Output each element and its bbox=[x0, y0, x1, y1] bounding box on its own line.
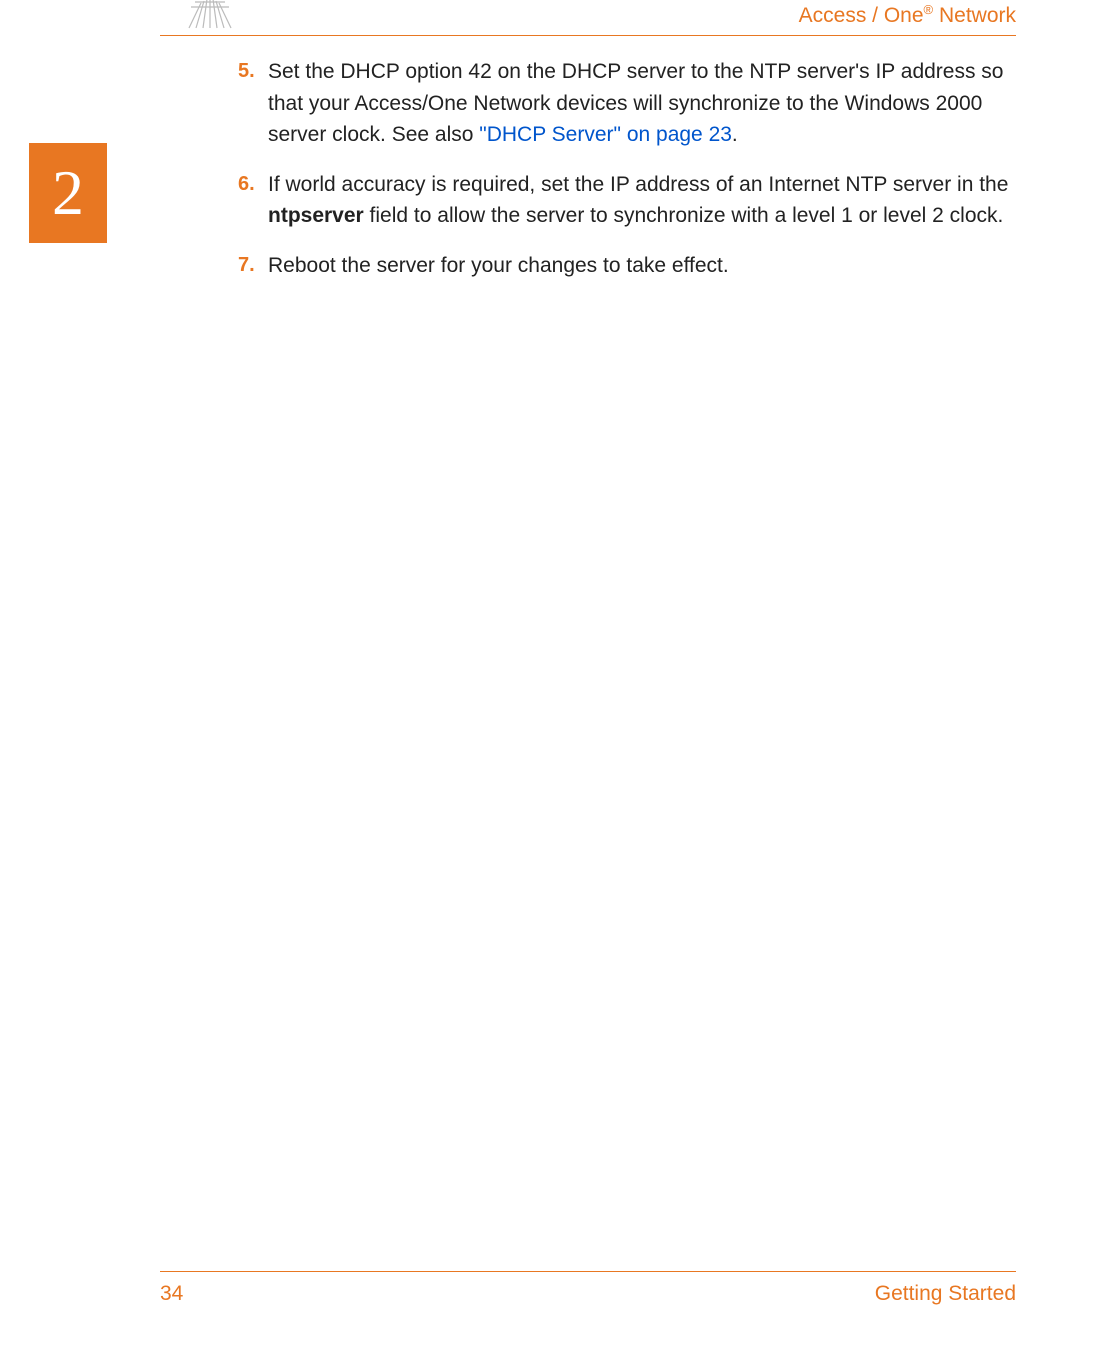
step-7: 7. Reboot the server for your changes to… bbox=[238, 250, 1016, 282]
step-number: 6. bbox=[238, 169, 268, 232]
step-text: If world accuracy is required, set the I… bbox=[268, 169, 1016, 232]
section-name: Getting Started bbox=[875, 1282, 1016, 1306]
header-title: Access / One® Network bbox=[799, 2, 1016, 28]
step-number: 5. bbox=[238, 56, 268, 151]
page-number: 34 bbox=[160, 1282, 183, 1306]
step-5: 5. Set the DHCP option 42 on the DHCP se… bbox=[238, 56, 1016, 151]
page-footer: 34 Getting Started bbox=[160, 1271, 1016, 1306]
step-number: 7. bbox=[238, 250, 268, 282]
content-area: 5. Set the DHCP option 42 on the DHCP se… bbox=[238, 56, 1016, 299]
step-text: Set the DHCP option 42 on the DHCP serve… bbox=[268, 56, 1016, 151]
field-name: ntpserver bbox=[268, 204, 364, 227]
chapter-tab: 2 bbox=[29, 143, 107, 243]
step-6: 6. If world accuracy is required, set th… bbox=[238, 169, 1016, 232]
step-text: Reboot the server for your changes to ta… bbox=[268, 250, 1016, 282]
logo-icon bbox=[185, 0, 235, 30]
cross-ref-link[interactable]: "DHCP Server" on page 23 bbox=[479, 123, 732, 146]
page-header: Access / One® Network bbox=[160, 0, 1016, 36]
